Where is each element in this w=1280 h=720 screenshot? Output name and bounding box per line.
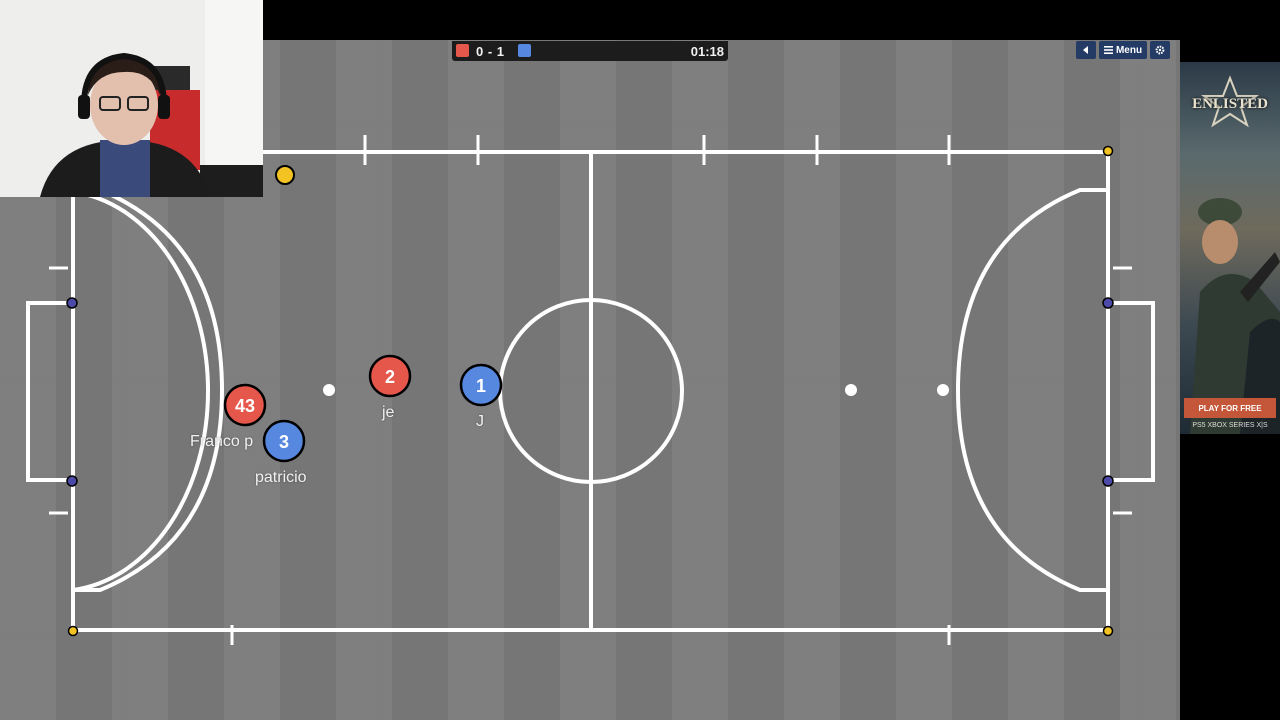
match-timer: 01:18 — [690, 44, 724, 59]
player-red-43: 43 — [223, 383, 267, 427]
menu-button[interactable]: Menu — [1099, 41, 1147, 59]
player-blue-1: 1 — [459, 363, 503, 407]
hamburger-icon — [1103, 46, 1113, 54]
streamer-picture — [0, 0, 263, 197]
gear-icon — [1155, 45, 1165, 55]
ad-cta-label: PLAY FOR FREE — [1198, 403, 1262, 413]
player-number: 2 — [385, 367, 395, 387]
player-name-label: J — [476, 413, 484, 430]
player-name-label: je — [382, 404, 395, 421]
player-number: 3 — [279, 432, 289, 452]
ball — [275, 165, 295, 185]
sound-toggle-button[interactable] — [1076, 41, 1096, 59]
settings-button[interactable] — [1150, 41, 1170, 59]
menu-label: Menu — [1115, 44, 1143, 56]
player-red-2: 2 — [368, 354, 412, 398]
ad-banner[interactable]: ENLISTED PLAY FOR FREE PS5 XBOX SERIES X… — [1180, 62, 1280, 434]
player-blue-3: 3 — [262, 419, 306, 463]
player-name-label: patricio — [255, 469, 307, 486]
ad-platforms: PS5 XBOX SERIES X|S — [1192, 422, 1268, 429]
player-number: 43 — [235, 396, 255, 416]
scoreboard: 0 - 1 01:18 — [452, 41, 728, 61]
player-name-label: Franco p — [190, 433, 254, 450]
triangle-left-icon — [1083, 46, 1088, 54]
red-team-indicator — [456, 44, 469, 57]
score-text: 0 - 1 — [476, 44, 505, 59]
webcam-overlay — [0, 0, 263, 197]
ad-play-button[interactable]: PLAY FOR FREE — [1184, 398, 1276, 418]
player-number: 1 — [476, 376, 486, 396]
menu-toolbar: Menu — [1076, 41, 1170, 59]
blue-team-indicator — [518, 44, 531, 57]
ad-brand-logo: ENLISTED — [1192, 96, 1268, 112]
ad-artwork — [1190, 75, 1280, 434]
